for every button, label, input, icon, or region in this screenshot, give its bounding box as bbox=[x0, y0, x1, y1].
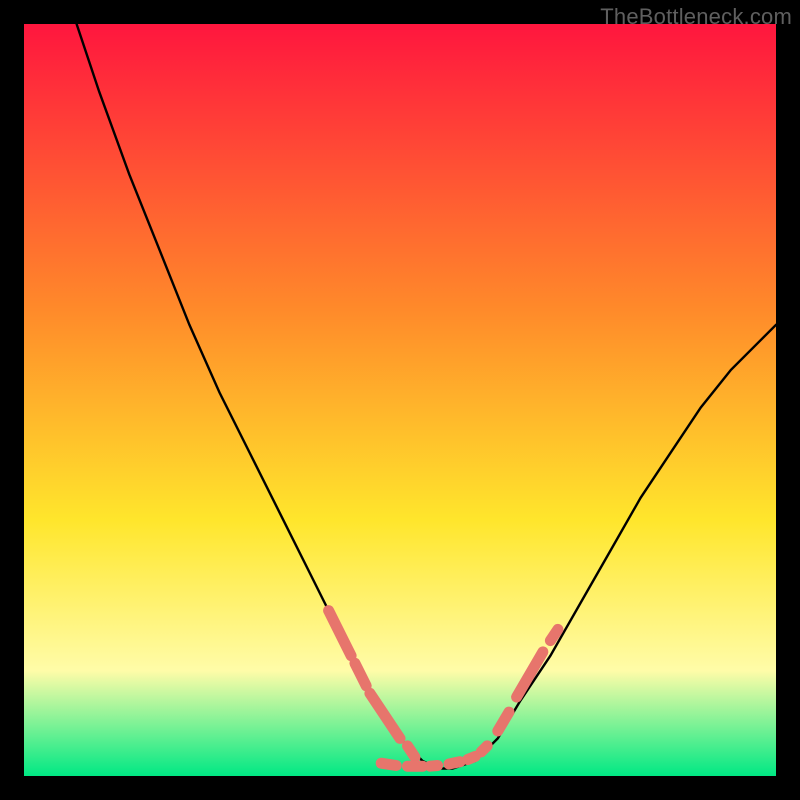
bottleneck-chart bbox=[24, 24, 776, 776]
bead-segment bbox=[381, 763, 396, 765]
bead-segment bbox=[468, 756, 476, 759]
gradient-background bbox=[24, 24, 776, 776]
bead-segment bbox=[449, 762, 460, 764]
bead-segment bbox=[430, 766, 438, 767]
bead-segment bbox=[408, 746, 416, 757]
bead-segment bbox=[481, 746, 487, 752]
chart-frame bbox=[24, 24, 776, 776]
bead-segment bbox=[550, 629, 558, 640]
brand-watermark: TheBottleneck.com bbox=[600, 4, 792, 30]
